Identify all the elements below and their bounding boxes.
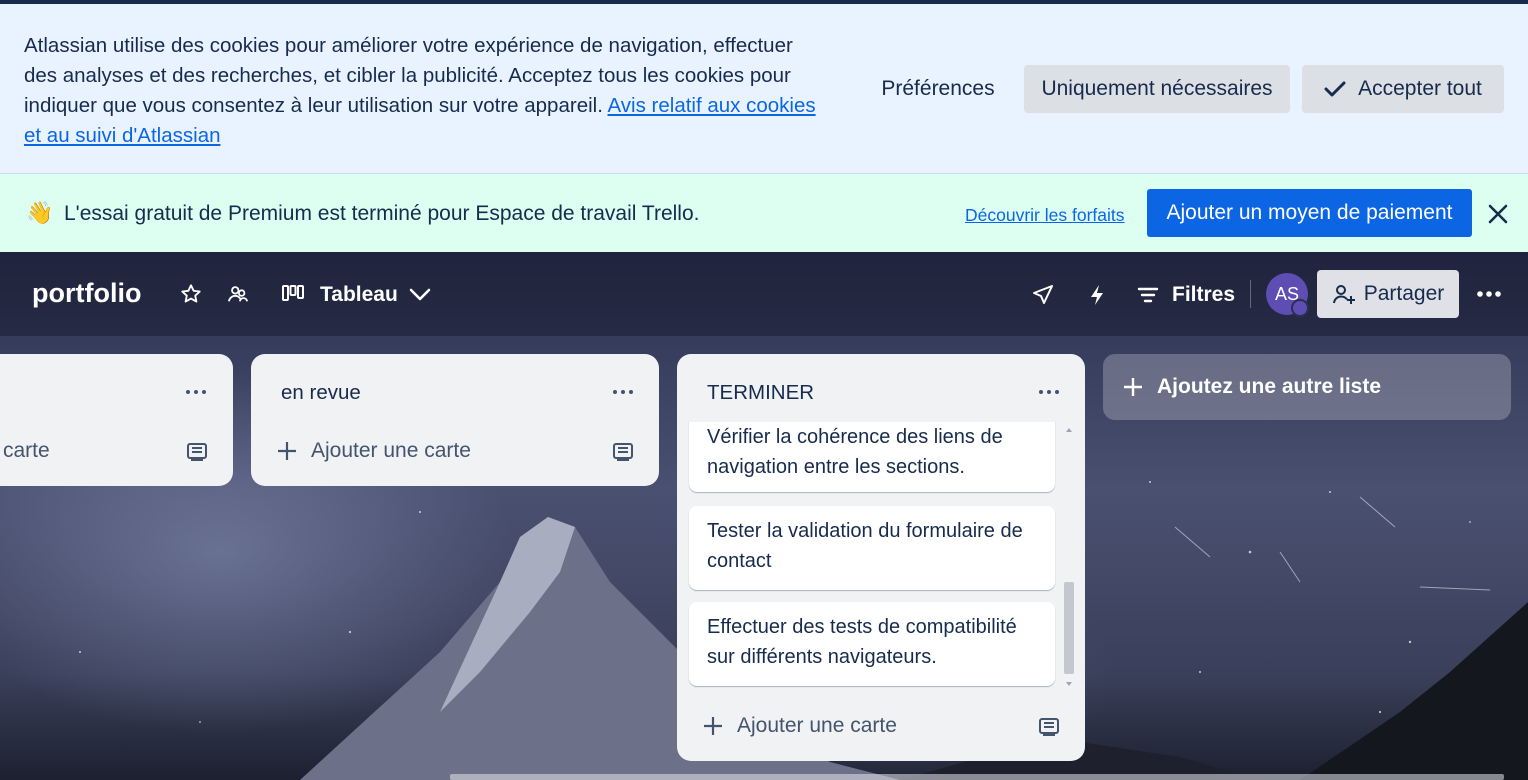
- plus-icon: [1124, 378, 1142, 396]
- board-title[interactable]: portfolio: [32, 278, 141, 309]
- add-card-label: Ajouter une carte: [311, 439, 471, 462]
- wave-emoji: 👋: [26, 200, 54, 225]
- plus-icon: [278, 442, 296, 460]
- cookie-banner: Atlassian utilise des cookies pour améli…: [0, 4, 1528, 174]
- filters-label[interactable]: Filtres: [1172, 283, 1235, 307]
- premium-banner: 👋 L'essai gratuit de Premium est terminé…: [0, 174, 1528, 252]
- list-menu-icon[interactable]: [1033, 382, 1065, 402]
- plus-icon: [704, 717, 722, 735]
- header-divider: [1250, 280, 1251, 308]
- cards-scrollbar[interactable]: [1063, 424, 1075, 690]
- card-template-icon[interactable]: [611, 440, 635, 464]
- add-list-button[interactable]: Ajoutez une autre liste: [1103, 354, 1511, 420]
- cards-container: Vérifier la cohérence des liens de navig…: [677, 422, 1085, 694]
- board-view-icon[interactable]: [282, 284, 304, 302]
- add-card-button[interactable]: carte: [3, 439, 50, 463]
- close-icon[interactable]: [1484, 200, 1512, 228]
- star-icon[interactable]: [180, 283, 202, 305]
- list-terminer: TERMINER Vérifier la cohérence des liens…: [677, 354, 1085, 761]
- card[interactable]: Effectuer des tests de compatibilité sur…: [689, 602, 1055, 686]
- admin-badge-icon: [1291, 299, 1309, 317]
- more-horizontal-icon[interactable]: [1476, 286, 1502, 302]
- accept-all-button[interactable]: Accepter tout: [1302, 65, 1504, 113]
- add-payment-button[interactable]: Ajouter un moyen de paiement: [1147, 189, 1472, 237]
- add-person-icon: [1332, 285, 1355, 304]
- preferences-button[interactable]: Préférences: [870, 65, 1006, 113]
- accept-all-label: Accepter tout: [1358, 77, 1482, 100]
- workspace-visibility-icon[interactable]: [227, 283, 249, 305]
- discover-plans-link[interactable]: Découvrir les forfaits: [965, 205, 1125, 226]
- card[interactable]: Vérifier la cohérence des liens de navig…: [689, 422, 1055, 492]
- filter-icon[interactable]: [1137, 285, 1159, 305]
- add-card-button[interactable]: Ajouter une carte: [703, 714, 897, 738]
- chevron-down-icon[interactable]: [408, 284, 432, 304]
- add-list-label: Ajoutez une autre liste: [1157, 375, 1382, 398]
- list-menu-icon[interactable]: [180, 382, 212, 402]
- rocket-icon[interactable]: [1031, 283, 1055, 307]
- premium-message: L'essai gratuit de Premium est terminé p…: [64, 202, 700, 225]
- list-en-revue: en revue Ajouter une carte: [251, 354, 659, 486]
- list-title[interactable]: en revue: [281, 381, 361, 405]
- board-header: portfolio Tableau Filtres AS Partager: [0, 252, 1528, 336]
- card-template-icon[interactable]: [185, 440, 209, 464]
- cookie-message: Atlassian utilise des cookies pour améli…: [24, 31, 824, 151]
- card-template-icon[interactable]: [1037, 715, 1061, 739]
- check-icon: [1324, 81, 1346, 97]
- lightning-icon[interactable]: [1087, 283, 1107, 307]
- add-card-label: Ajouter une carte: [737, 714, 897, 737]
- share-label: Partager: [1363, 282, 1445, 305]
- list-menu-icon[interactable]: [607, 382, 639, 402]
- board-horizontal-scrollbar[interactable]: [450, 774, 1504, 780]
- view-switcher-label[interactable]: Tableau: [320, 283, 398, 307]
- card[interactable]: Tester la validation du formulaire de co…: [689, 506, 1055, 590]
- list-title[interactable]: TERMINER: [707, 381, 814, 405]
- necessary-only-button[interactable]: Uniquement nécessaires: [1024, 65, 1290, 113]
- share-button[interactable]: Partager: [1317, 270, 1459, 318]
- board: portfolio Tableau Filtres AS Partager ca…: [0, 252, 1528, 780]
- list-partial: carte: [0, 354, 233, 486]
- add-card-button[interactable]: Ajouter une carte: [277, 439, 471, 463]
